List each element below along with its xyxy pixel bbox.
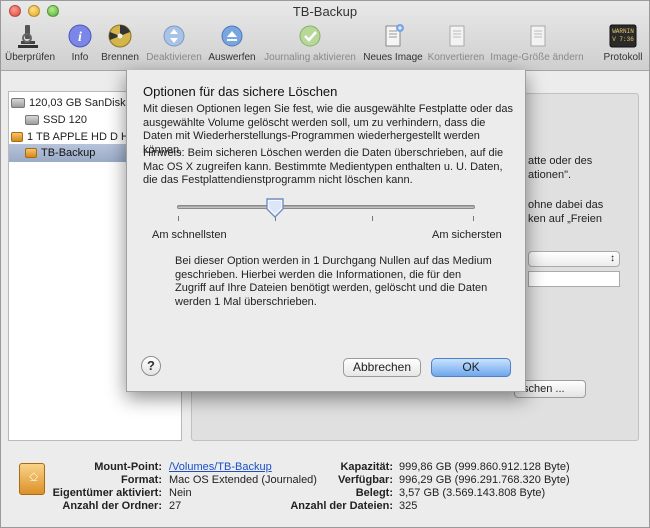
ok-button[interactable]: OK (431, 358, 511, 377)
slider-tick (372, 216, 373, 221)
info-key: Kapazität: (340, 461, 393, 473)
sidebar-item-label: SSD 120 (43, 114, 88, 126)
toolbar-eject-label: Auswerfen (208, 52, 256, 63)
toolbar-burn-label: Brennen (101, 52, 139, 63)
slider-tick (178, 216, 179, 221)
toolbar-journaling-button[interactable]: Journaling aktivieren (262, 23, 358, 69)
eject-icon (221, 25, 243, 47)
convert-icon (449, 25, 465, 47)
external-disk-icon (11, 132, 23, 143)
info-key: Mount-Point: (94, 461, 162, 473)
bg-text-3: ohne dabei das (528, 199, 604, 211)
slider-max-label: Am sichersten (432, 229, 502, 241)
info-icon: i (68, 24, 92, 48)
log-badge-line1: WARNIN (612, 28, 634, 35)
toolbar-unmount-button[interactable]: Deaktivieren (144, 23, 204, 69)
info-key: Format: (121, 474, 162, 486)
slider-min-label: Am schnellsten (152, 229, 227, 241)
info-bar: ⎐ Mount-Point: /Volumes/TB-Backup Format… (1, 451, 649, 527)
help-button[interactable]: ? (141, 356, 161, 376)
burn-disc-icon (108, 24, 132, 48)
toolbar-log-label: Protokoll (603, 52, 643, 63)
log-icon: WARNINV 7:36 (609, 24, 637, 48)
svg-text:i: i (78, 30, 82, 45)
info-value: 996,29 GB (996.291.768.320 Byte) (399, 474, 570, 486)
volume-icon (25, 115, 39, 126)
info-key: Anzahl der Ordner: (62, 500, 162, 512)
toolbar-eject-button[interactable]: Auswerfen (206, 23, 258, 69)
toolbar-info-label: Info (71, 52, 89, 63)
info-value: 325 (399, 500, 418, 512)
bg-text-4: ken auf „Freien (528, 213, 602, 225)
cancel-button[interactable]: Abbrechen (343, 358, 421, 377)
resize-image-icon (530, 25, 546, 47)
name-field[interactable] (528, 271, 620, 287)
app-window: TB-Backup Überprüfen i Info Brennen Deak… (0, 0, 650, 528)
toolbar-new-image-button[interactable]: Neues Image (362, 23, 424, 69)
toolbar-journaling-label: Journaling aktivieren (264, 52, 356, 63)
microscope-icon (18, 25, 38, 48)
secure-erase-options-sheet: Optionen für das sichere Löschen Mit die… (126, 70, 526, 392)
sidebar-item-label: 120,03 GB SanDisk S (29, 97, 137, 109)
toolbar-verify-button[interactable]: Überprüfen (5, 23, 56, 69)
toolbar-convert-button[interactable]: Konvertieren (427, 23, 485, 69)
bg-text-1: atte oder des (528, 155, 593, 167)
info-value: Nein (169, 487, 192, 499)
sidebar-item-label: 1 TB APPLE HD D HT (27, 131, 136, 143)
security-slider-thumb[interactable] (266, 198, 284, 218)
disk-icon (11, 98, 25, 109)
info-key: Anzahl der Dateien: (290, 500, 393, 512)
info-value: 3,57 GB (3.569.143.808 Byte) (399, 487, 546, 499)
sheet-title: Optionen für das sichere Löschen (143, 84, 338, 99)
toolbar-burn-button[interactable]: Brennen (99, 23, 141, 69)
toolbar-info-button[interactable]: i Info (63, 23, 97, 69)
unmount-icon (163, 25, 185, 47)
info-key: Verfügbar: (337, 474, 393, 486)
external-volume-icon (25, 148, 37, 159)
option-description: Bei dieser Option werden in 1 Durchgang … (175, 255, 492, 308)
toolbar-convert-label: Konvertieren (427, 52, 485, 63)
info-value: 999,86 GB (999.860.912.128 Byte) (399, 461, 570, 473)
toolbar-unmount-label: Deaktivieren (146, 52, 202, 63)
info-key: Eigentümer aktiviert: (52, 487, 162, 499)
format-select[interactable]: ↕ (528, 251, 620, 267)
info-value: 27 (169, 500, 182, 512)
toolbar-resize-image-button[interactable]: Image-Größe ändern (490, 23, 584, 69)
toolbar-log-button[interactable]: WARNIN V 7:36 Protokoll (601, 23, 645, 69)
window-title: TB-Backup (292, 4, 358, 19)
sheet-hint: Hinweis: Beim sicheren Löschen werden di… (143, 147, 504, 186)
security-slider-track[interactable] (177, 205, 475, 209)
titlebar: TB-Backup Überprüfen i Info Brennen Deak… (1, 1, 649, 71)
mount-point-link[interactable]: /Volumes/TB-Backup (169, 461, 272, 473)
log-badge-line2: V 7:36 (612, 36, 634, 43)
toolbar-resize-image-label: Image-Größe ändern (490, 52, 584, 63)
journaling-icon (299, 25, 321, 47)
toolbar-verify-label: Überprüfen (5, 52, 56, 63)
sidebar-item-label: TB-Backup (41, 147, 96, 159)
new-image-icon (385, 24, 404, 47)
bg-text-2: ationen". (528, 169, 572, 181)
toolbar-new-image-label: Neues Image (363, 52, 423, 63)
slider-tick (473, 216, 474, 221)
info-key: Belegt: (355, 487, 393, 499)
